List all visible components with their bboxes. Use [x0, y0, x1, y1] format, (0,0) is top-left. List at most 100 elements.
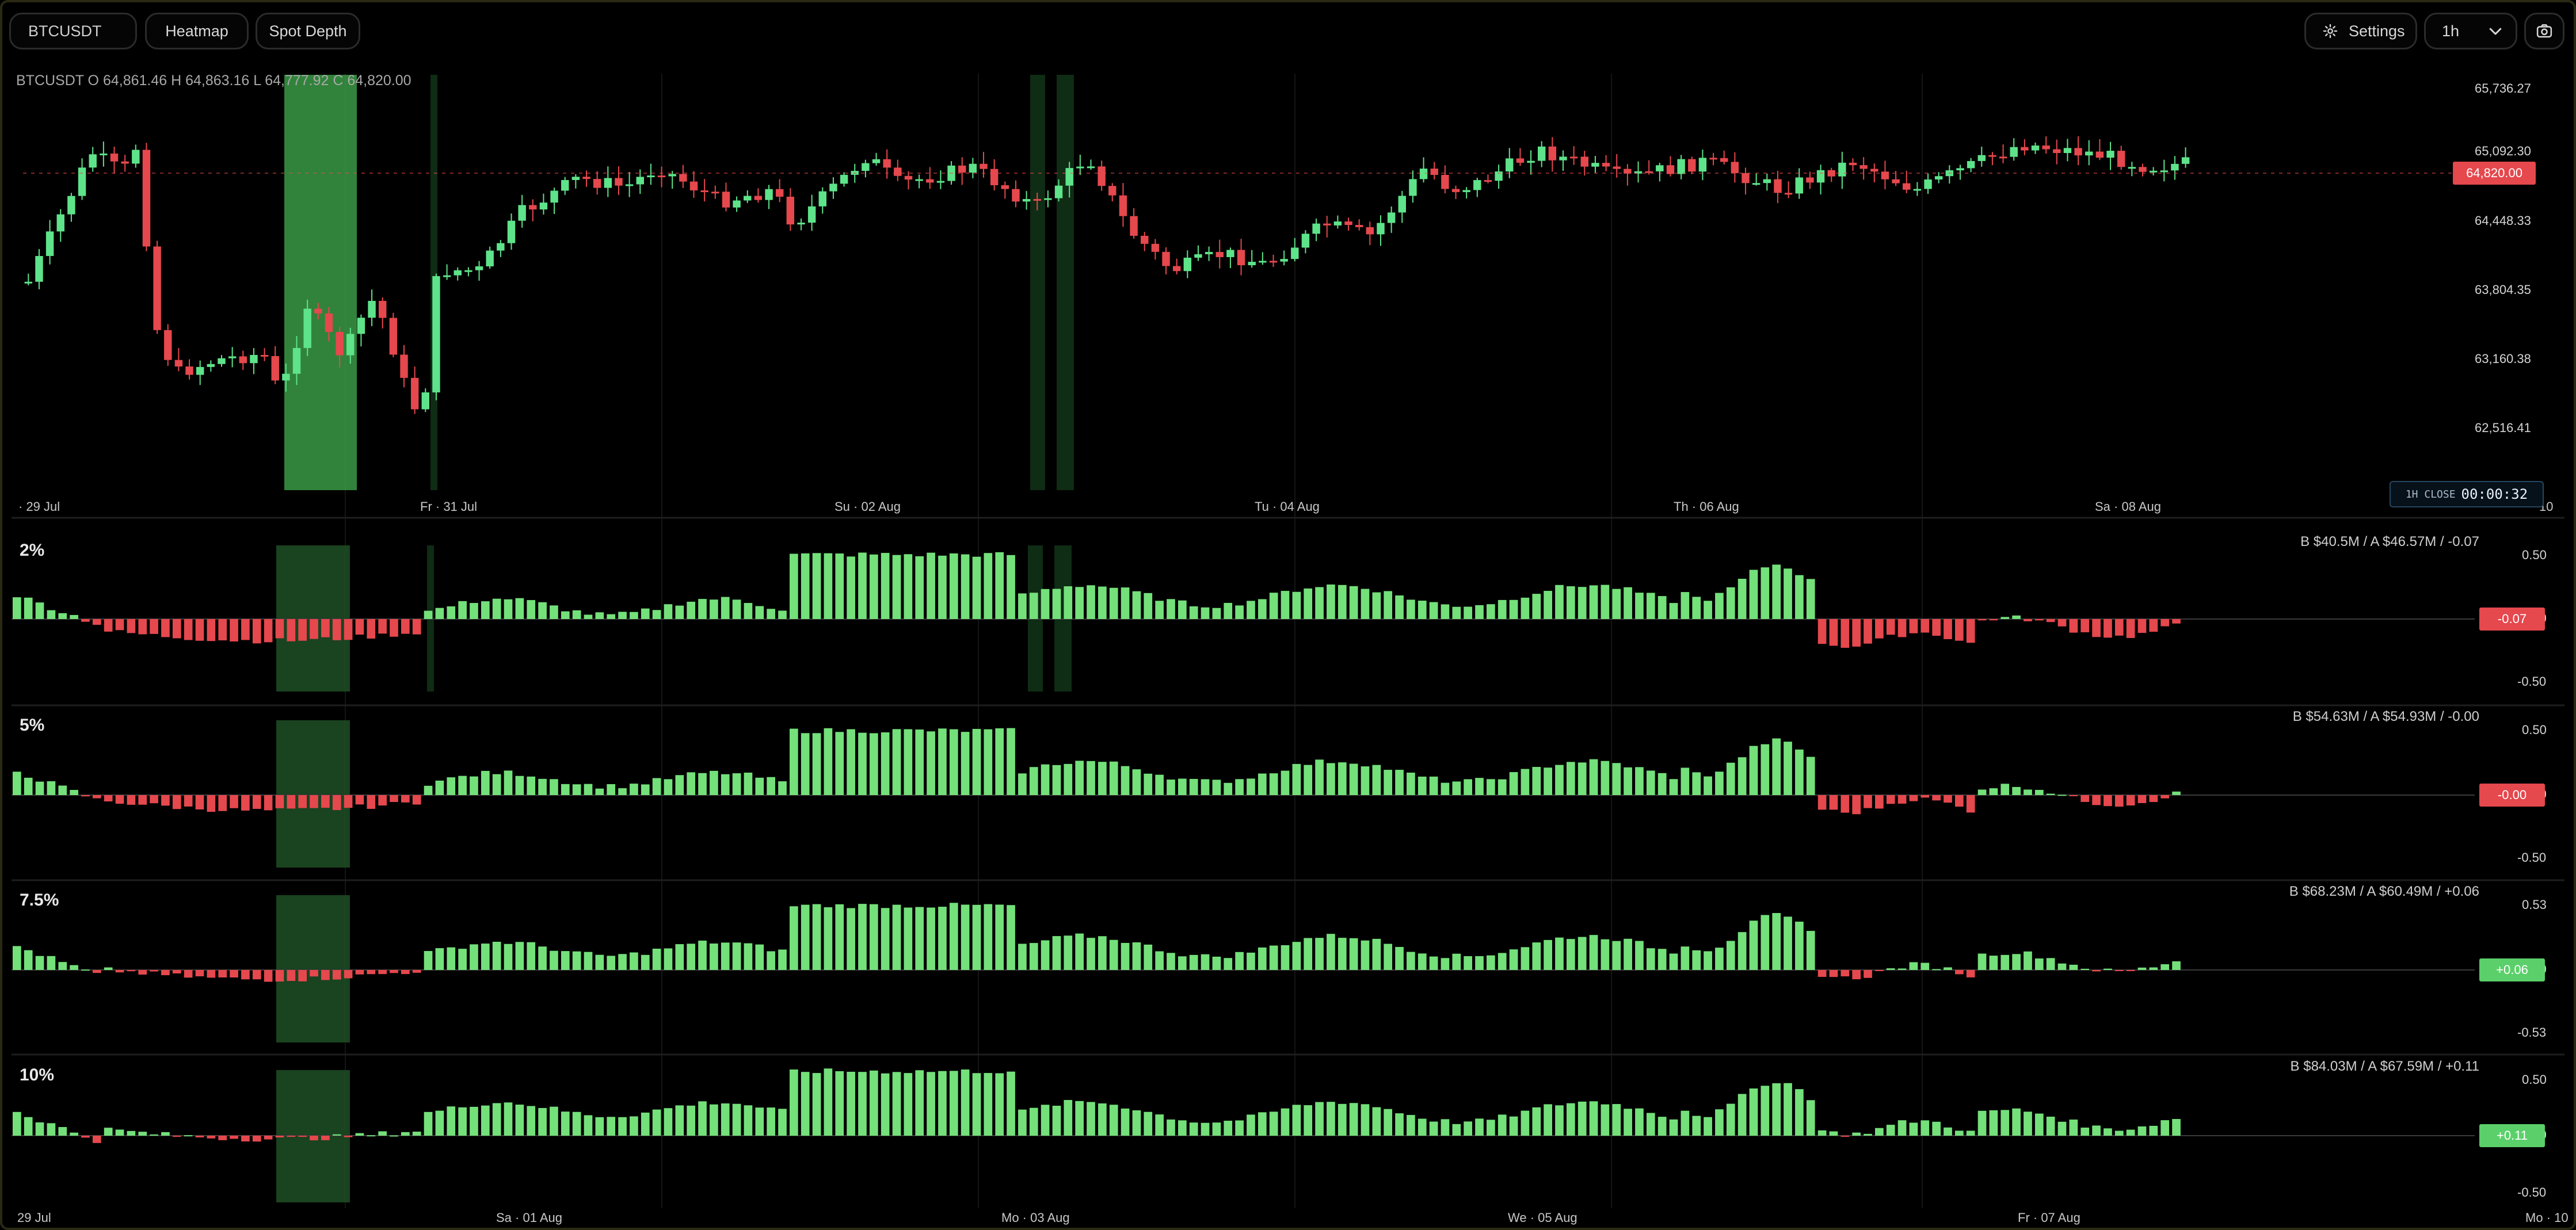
depth-bar — [1269, 945, 1278, 970]
depth-bar — [241, 619, 250, 640]
candle-body — [1988, 155, 1996, 157]
depth-bar — [47, 610, 56, 619]
highlight-band — [1057, 75, 1074, 490]
candle — [797, 218, 805, 231]
depth-bar — [1944, 795, 1952, 803]
candle — [1645, 160, 1653, 175]
candle — [497, 240, 505, 257]
candle — [571, 174, 580, 189]
candle — [604, 166, 612, 197]
depth-bar — [2092, 619, 2101, 637]
depth-bar — [504, 943, 513, 970]
depth-bar — [1087, 1102, 1095, 1136]
depth-bar — [904, 907, 913, 970]
depth-bar — [1292, 942, 1301, 970]
depth-bar — [995, 904, 1004, 970]
candle-body — [1602, 163, 1610, 167]
candle-body — [1934, 176, 1943, 179]
depth-bar — [630, 1116, 638, 1136]
depth-bar — [984, 904, 993, 970]
candle — [121, 155, 129, 172]
depth-bar — [2069, 619, 2078, 633]
candle — [1001, 181, 1009, 199]
candle — [2042, 136, 2050, 154]
depth-bar — [35, 781, 44, 795]
candle — [1580, 151, 1589, 176]
candle — [1602, 155, 1610, 171]
candle — [1720, 150, 1728, 165]
depth-bar — [458, 601, 467, 619]
depth-bar — [1749, 746, 1758, 795]
candle-body — [196, 366, 204, 375]
depth-bar — [538, 946, 547, 970]
depth-bar — [1601, 585, 1610, 619]
depth-bar — [127, 795, 136, 805]
candle-body — [733, 200, 741, 208]
depth-bar — [1726, 1103, 1735, 1136]
candle — [389, 312, 398, 357]
depth-bar — [424, 1111, 433, 1136]
depth-bar — [1395, 947, 1404, 970]
depth-bar — [1167, 599, 1175, 619]
depth-bar — [321, 970, 330, 980]
candle — [410, 366, 419, 414]
depth-bar — [35, 602, 44, 619]
depth-bar — [298, 619, 307, 641]
depth-bar — [652, 778, 661, 795]
depth-bar — [1920, 962, 1930, 970]
depth-bar — [195, 970, 204, 977]
depth-bar — [2012, 615, 2021, 619]
depth-bar — [1372, 1107, 1381, 1136]
candle — [2106, 142, 2114, 170]
depth-bar — [1417, 953, 1427, 970]
depth-bar — [1281, 770, 1290, 795]
depth-bar — [607, 614, 616, 619]
depth-bar — [1155, 951, 1164, 970]
depth-bar — [630, 612, 638, 619]
depth-bar — [767, 609, 775, 619]
depth-bar — [732, 1103, 741, 1136]
candle — [689, 171, 698, 198]
depth-bar — [1189, 606, 1198, 619]
depth-bar — [264, 970, 273, 982]
depth-bar — [2000, 1110, 2010, 1136]
depth-bar — [1795, 575, 1804, 619]
candle-body — [357, 318, 365, 334]
candle — [1516, 148, 1525, 166]
depth-bar — [2046, 619, 2055, 622]
depth-bar — [470, 603, 478, 619]
depth-bar — [1041, 1105, 1050, 1136]
depth-bar — [1955, 1130, 1964, 1136]
depth-bar — [675, 1105, 684, 1136]
depth-bar — [1269, 593, 1278, 619]
chart-canvas[interactable] — [0, 0, 2576, 1230]
depth-bar — [641, 954, 650, 970]
candle — [765, 185, 773, 209]
close-timer-label: 1H CLOSE — [2405, 488, 2456, 501]
depth-bar — [1749, 1088, 1758, 1136]
candle-body — [2160, 170, 2169, 173]
depth-bar — [1235, 952, 1244, 970]
candle-body — [2074, 148, 2082, 156]
candle-body — [443, 275, 451, 277]
candle-body — [744, 196, 752, 201]
candle-body — [1742, 173, 1750, 184]
depth-bar — [641, 608, 650, 619]
depth-current-value-tag: -0.07 — [2479, 608, 2545, 631]
candle-body — [486, 250, 494, 266]
candle-body — [1119, 195, 1127, 216]
depth-bar — [92, 970, 101, 973]
depth-bar — [1487, 955, 1495, 970]
candle-body — [132, 150, 140, 164]
depth-bar — [92, 795, 101, 799]
depth-bar — [1772, 913, 1781, 970]
depth-bar — [2000, 784, 2010, 795]
depth-bar — [1372, 938, 1381, 970]
candle-body — [679, 174, 687, 182]
candle-body — [1506, 158, 1514, 172]
depth-bar — [1475, 778, 1484, 795]
depth-bar — [184, 1135, 193, 1137]
depth-bar — [1407, 1115, 1415, 1136]
depth-bar — [835, 904, 844, 970]
depth-bar — [207, 1136, 216, 1139]
